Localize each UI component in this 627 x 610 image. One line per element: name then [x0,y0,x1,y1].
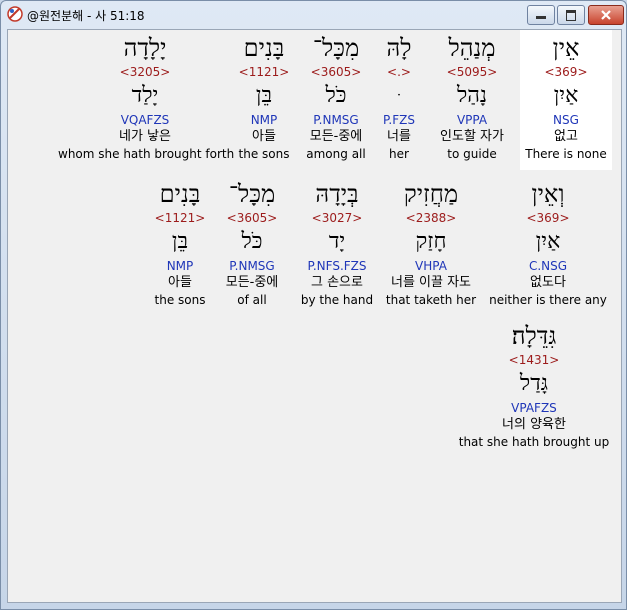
hebrew-lemma: נָהַל [456,83,488,108]
english-gloss: by the hand [300,293,374,307]
hebrew-word: בָּנִים [243,34,285,62]
english-gloss: There is none [525,147,607,161]
english-gloss: among all [306,147,366,161]
minimize-button[interactable] [527,5,555,25]
english-gloss: the sons [238,147,290,161]
hebrew-word: בְּיָדָהּ [315,180,359,208]
strong-number[interactable]: <3605> [208,210,296,226]
interlinear-view: אֵין <369> אַיִן NSG 없고 There is none מְ… [7,29,622,603]
hebrew-word: יָלָדָה [123,34,167,62]
strong-number[interactable]: <1121> [146,210,214,226]
morphology-code[interactable]: C.NSG [486,258,610,274]
strong-number[interactable]: <369> [520,64,612,80]
korean-gloss: 네가 낳은 [119,129,171,144]
english-gloss: to guide [447,147,497,161]
english-gloss: of all [237,293,267,307]
korean-gloss: 없고 [554,129,578,144]
english-gloss: the sons [154,293,206,307]
word-block[interactable]: מִכָּל־ <3605> כֹּל P.NMSG 모든-중에 of all [208,176,296,308]
morphology-code[interactable]: NSG [520,112,612,128]
strong-number[interactable]: <1121> [230,64,298,80]
english-gloss: that taketh her [385,293,477,307]
hebrew-lemma: כֹּל [325,83,347,108]
word-block[interactable]: בְּיָדָהּ <3027> יָד P.NFS.FZS 그 손으로 by … [292,176,382,308]
korean-gloss: 없도다 [530,275,566,290]
morphology-code[interactable]: VPPA [412,112,532,128]
hebrew-word: גִּדֵּלָה׃ [511,322,557,350]
korean-gloss: 모든-중에 [309,129,363,144]
morphology-code[interactable]: NMP [146,258,214,274]
morphology-code[interactable]: P.NFS.FZS [292,258,382,274]
korean-gloss: 너를 이끌 자도 [390,275,472,290]
hebrew-word: מְנַהֵל [448,34,496,62]
word-block[interactable]: מִכָּל־ <3605> כֹּל P.NMSG 모든-중에 among a… [292,30,380,162]
hebrew-word: אֵין [552,34,580,62]
hebrew-lemma: גָּדַל [519,371,549,396]
word-block[interactable]: מְנַהֵל <5095> נָהַל VPPA 인도할 자가 to guid… [412,30,532,162]
morphology-code[interactable]: NMP [230,112,298,128]
close-button[interactable] [588,5,624,25]
app-logo-icon [7,6,23,22]
strong-number[interactable]: <369> [486,210,610,226]
korean-gloss: 그 손으로 [311,275,363,290]
word-block[interactable]: וְאֵין <369> אַיִן C.NSG 없도다 neither is … [486,176,610,308]
english-gloss: that she hath brought up [458,435,610,449]
hebrew-lemma: חָזַק [415,229,447,254]
word-block[interactable]: יָלָדָה <3205> יָלַד VQAFZS 네가 낳은 whom s… [58,30,235,162]
minimize-icon [536,16,546,19]
korean-gloss: 너의 양육한 [502,417,566,432]
korean-gloss: 아들 [168,275,192,290]
word-block[interactable]: מַחֲזִיק <2388> חָזַק VHPA 너를 이끌 자도 that… [376,176,486,308]
hebrew-lemma: בֵּן [255,83,273,108]
hebrew-lemma: יָד [328,229,346,254]
korean-gloss: 아들 [252,129,276,144]
strong-number[interactable]: <3605> [292,64,380,80]
word-block[interactable]: גִּדֵּלָה׃ <1431> גָּדַל VPAFZS 너의 양육한 t… [458,318,610,450]
morphology-code[interactable]: VQAFZS [58,112,232,128]
app-window: @원전분해 - 사 51:18 אֵין <369> אַיִן NSG 없고 … [0,0,627,610]
morphology-code[interactable]: P.NMSG [208,258,296,274]
strong-number[interactable]: <5095> [412,64,532,80]
word-block[interactable]: בָּנִים <1121> בֵּן NMP 아들 the sons [146,176,214,308]
hebrew-lemma: יָלַד [131,83,159,108]
korean-gloss: 모든-중에 [225,275,279,290]
window-title: @원전분해 - 사 51:18 [27,9,145,23]
hebrew-lemma: אַיִן [535,229,561,254]
strong-number[interactable]: <2388> [376,210,486,226]
hebrew-word: מִכָּל־ [312,34,360,62]
hebrew-lemma: כֹּל [241,229,263,254]
english-gloss: whom she hath brought forth [58,147,235,161]
strong-number[interactable]: <1431> [458,352,610,368]
hebrew-word: מִכָּל־ [228,180,276,208]
hebrew-word: מַחֲזִיק [403,180,459,208]
hebrew-word: וְאֵין [531,180,565,208]
hebrew-word: בָּנִים [159,180,201,208]
strong-number[interactable]: <3205> [58,64,232,80]
morphology-code[interactable]: VHPA [376,258,486,274]
title-bar[interactable]: @원전분해 - 사 51:18 [1,1,626,27]
english-gloss: neither is there any [489,293,607,307]
close-icon [601,10,611,20]
korean-gloss: 인도할 자가 [440,129,504,144]
strong-number[interactable]: <3027> [292,210,382,226]
hebrew-lemma: בֵּן [171,229,189,254]
morphology-code[interactable]: P.NMSG [292,112,380,128]
morphology-code[interactable]: VPAFZS [458,400,610,416]
maximize-button[interactable] [557,5,585,25]
hebrew-lemma: אַיִן [553,83,579,108]
word-block[interactable]: בָּנִים <1121> בֵּן NMP 아들 the sons [230,30,298,162]
maximize-icon [566,10,576,21]
word-block[interactable]: אֵין <369> אַיִן NSG 없고 There is none [520,30,612,170]
